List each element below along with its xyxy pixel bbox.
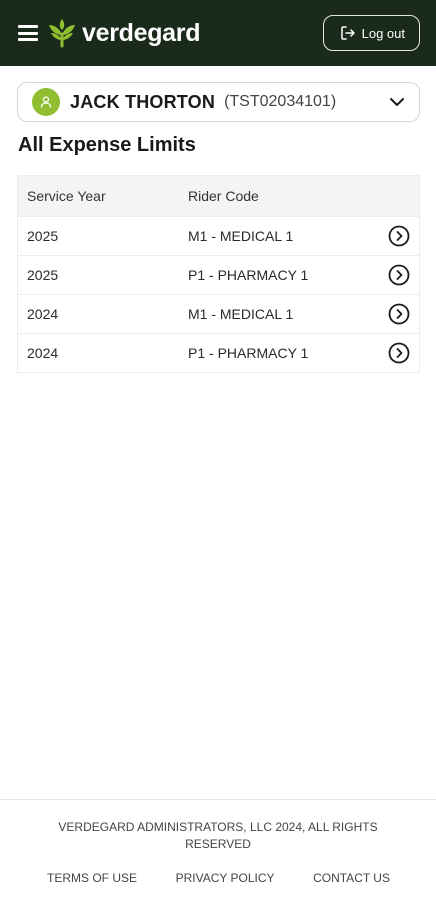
table-row[interactable]: 2025 P1 - PHARMACY 1 xyxy=(18,255,419,294)
table-header: Service Year Rider Code xyxy=(18,176,419,216)
table-row[interactable]: 2025 M1 - MEDICAL 1 xyxy=(18,216,419,255)
table-row[interactable]: 2024 P1 - PHARMACY 1 xyxy=(18,333,419,372)
member-name: JACK THORTON xyxy=(70,91,216,112)
rider-code-cell: M1 - MEDICAL 1 xyxy=(188,228,294,244)
expense-limits-table: Service Year Rider Code 2025 M1 - MEDICA… xyxy=(17,175,420,373)
logout-button[interactable]: Log out xyxy=(322,15,420,51)
rider-code-cell: P1 - PHARMACY 1 xyxy=(188,345,309,361)
menu-icon[interactable] xyxy=(18,25,38,41)
terms-of-use-link[interactable]: TERMS OF USE xyxy=(47,871,137,885)
rider-code-cell: M1 - MEDICAL 1 xyxy=(188,306,294,322)
brand-name: verdegard xyxy=(82,18,201,47)
rider-code-cell: P1 - PHARMACY 1 xyxy=(188,267,309,283)
footer-links: TERMS OF USE PRIVACY POLICY CONTACT US xyxy=(0,871,436,885)
brand-logo[interactable]: verdegard xyxy=(46,18,200,48)
column-header-service-year: Service Year xyxy=(27,188,106,204)
chevron-right-circle-icon[interactable] xyxy=(388,225,410,247)
member-id: (TST02034101) xyxy=(224,93,337,110)
service-year-cell: 2024 xyxy=(27,306,59,322)
brand-area: verdegard xyxy=(18,18,200,48)
column-header-rider-code: Rider Code xyxy=(188,188,259,204)
page-footer: VERDEGARD ADMINISTRATORS, LLC 2024, ALL … xyxy=(0,799,436,900)
chevron-right-circle-icon[interactable] xyxy=(388,303,410,325)
service-year-cell: 2025 xyxy=(27,267,59,283)
contact-us-link[interactable]: CONTACT US xyxy=(313,871,390,885)
app-header: verdegard Log out xyxy=(0,0,436,66)
logout-label: Log out xyxy=(361,25,405,41)
member-selector[interactable]: JACK THORTON (TST02034101) xyxy=(17,82,420,122)
avatar xyxy=(32,88,60,116)
copyright-text: VERDEGARD ADMINISTRATORS, LLC 2024, ALL … xyxy=(58,820,378,851)
logout-icon xyxy=(340,26,355,40)
chevron-right-circle-icon[interactable] xyxy=(388,264,410,286)
privacy-policy-link[interactable]: PRIVACY POLICY xyxy=(176,871,275,885)
chevron-down-icon[interactable] xyxy=(389,97,405,107)
service-year-cell: 2024 xyxy=(27,345,59,361)
service-year-cell: 2025 xyxy=(27,228,59,244)
page-title: All Expense Limits xyxy=(18,134,196,156)
table-row[interactable]: 2024 M1 - MEDICAL 1 xyxy=(18,294,419,333)
user-icon xyxy=(40,96,52,108)
leaf-logo-icon xyxy=(49,19,75,48)
chevron-right-circle-icon[interactable] xyxy=(388,342,410,364)
